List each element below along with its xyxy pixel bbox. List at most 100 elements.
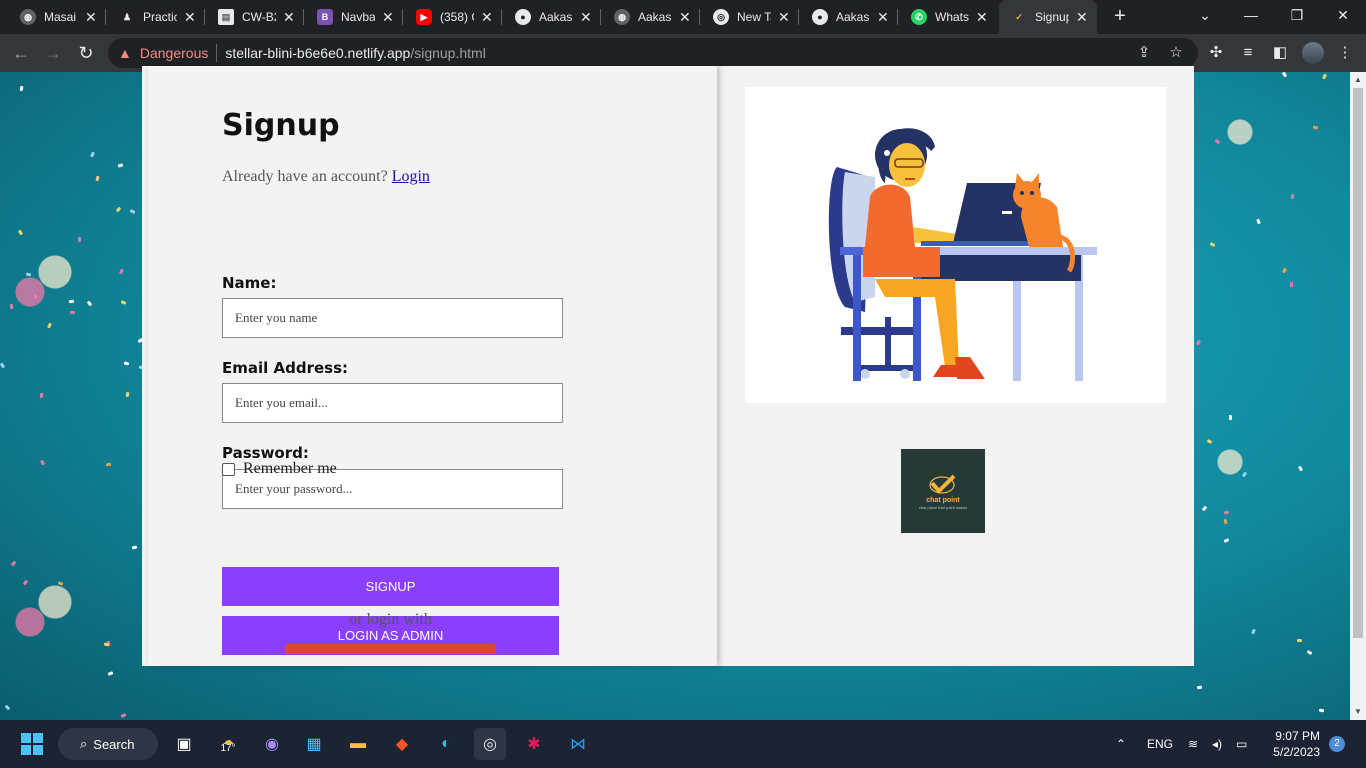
- email-input[interactable]: [222, 383, 563, 423]
- tab-title: Whats: [935, 10, 969, 24]
- close-icon[interactable]: ✕: [84, 9, 98, 26]
- close-icon[interactable]: ✕: [579, 9, 593, 26]
- tab-title: Aakash: [638, 10, 672, 24]
- side-panel-icon[interactable]: ◧: [1269, 42, 1291, 64]
- clock-time: 9:07 PM: [1275, 729, 1320, 743]
- confetti-speck: [123, 361, 129, 366]
- tab-new-tab[interactable]: ◎ New Ta ✕: [701, 0, 799, 34]
- tab-masai[interactable]: ◍ Masai ✕: [8, 0, 106, 34]
- close-icon[interactable]: ✕: [282, 9, 296, 26]
- scroll-down-icon[interactable]: ▼: [1350, 704, 1366, 720]
- tab-title: CW-B2: [242, 10, 276, 24]
- google-login-button[interactable]: [285, 644, 496, 654]
- wifi-icon[interactable]: ≋: [1188, 720, 1198, 768]
- battery-icon[interactable]: ▭: [1236, 720, 1247, 768]
- logo-brand: chat point: [926, 496, 960, 504]
- tab-navbar[interactable]: B Navba ✕: [305, 0, 403, 34]
- confetti-speck: [1298, 465, 1304, 472]
- task-view-icon[interactable]: ▣: [168, 728, 200, 760]
- tab-aakash[interactable]: ◍ Aakash ✕: [602, 0, 700, 34]
- remember-me-row[interactable]: Remember me: [222, 460, 337, 478]
- vscode-icon[interactable]: ⋈: [562, 728, 594, 760]
- tab-title: Aakash: [539, 10, 573, 24]
- close-icon[interactable]: ✕: [678, 9, 692, 26]
- reload-button[interactable]: ↻: [73, 40, 99, 66]
- address-bar[interactable]: ▲ Dangerous stellar-blini-b6e6e0.netlify…: [108, 38, 1198, 68]
- confetti-speck: [18, 229, 24, 236]
- start-button[interactable]: [16, 728, 48, 760]
- login-link[interactable]: Login: [392, 168, 430, 185]
- language-indicator[interactable]: ENG: [1147, 720, 1173, 768]
- close-icon[interactable]: ✕: [1075, 9, 1089, 26]
- warning-icon[interactable]: ▲: [118, 45, 132, 61]
- notification-badge[interactable]: 2: [1329, 736, 1345, 752]
- confetti-speck: [68, 299, 74, 304]
- confetti-speck: [103, 642, 110, 647]
- chrome-taskbar-icon[interactable]: ◎: [474, 728, 506, 760]
- file-explorer-icon[interactable]: ▬: [342, 728, 374, 760]
- tab-whatsapp[interactable]: ✆ Whats ✕: [899, 0, 997, 34]
- extensions-icon[interactable]: ✣: [1205, 42, 1227, 64]
- windows-icon: [21, 733, 43, 755]
- close-icon[interactable]: ✕: [975, 9, 989, 26]
- account-prompt: Already have an account? Login: [222, 168, 430, 186]
- forward-button[interactable]: →: [40, 40, 66, 66]
- volume-icon[interactable]: ◂): [1212, 720, 1222, 768]
- bookmark-star-icon[interactable]: ☆: [1165, 42, 1187, 64]
- weather-widget[interactable]: ☁ 17°: [212, 728, 244, 760]
- security-status[interactable]: Dangerous: [140, 45, 209, 61]
- brave-icon[interactable]: ◆: [386, 728, 418, 760]
- close-icon[interactable]: ✕: [777, 9, 791, 26]
- tab-youtube[interactable]: ▶ (358) C ✕: [404, 0, 502, 34]
- tab-search-button[interactable]: ⌄: [1182, 0, 1228, 34]
- close-icon[interactable]: ✕: [381, 9, 395, 26]
- name-input[interactable]: [222, 298, 563, 338]
- close-icon[interactable]: ✕: [876, 9, 890, 26]
- clock[interactable]: 9:07 PM 5/2/2023: [1268, 728, 1320, 760]
- profile-avatar[interactable]: [1302, 42, 1324, 64]
- confetti-speck: [11, 560, 17, 567]
- confetti-speck: [22, 580, 28, 586]
- tab-practice[interactable]: ♟ Practic ✕: [107, 0, 205, 34]
- tray-overflow-icon[interactable]: ⌃: [1116, 720, 1126, 768]
- minimize-button[interactable]: —: [1228, 0, 1274, 34]
- confetti-speck: [1321, 73, 1327, 80]
- globe-icon: ◍: [20, 9, 36, 25]
- new-tab-button[interactable]: +: [1108, 5, 1132, 29]
- scrollbar-thumb[interactable]: [1353, 88, 1363, 638]
- confetti-speck: [4, 704, 11, 711]
- tab-github-2[interactable]: ● Aakash ✕: [800, 0, 898, 34]
- store-icon[interactable]: ▦: [298, 728, 330, 760]
- confetti-speck: [0, 362, 6, 369]
- confetti-speck: [1209, 242, 1216, 248]
- logo-tagline: chat place that point wakes: [918, 504, 968, 510]
- page-scrollbar[interactable]: ▲ ▼: [1350, 72, 1366, 720]
- taskbar-search[interactable]: ⌕ Search: [58, 728, 158, 760]
- url-host: stellar-blini-b6e6e0.netlify.app: [225, 45, 411, 61]
- scroll-up-icon[interactable]: ▲: [1350, 72, 1366, 88]
- confetti-speck: [69, 311, 75, 315]
- restore-button[interactable]: ❐: [1274, 0, 1320, 34]
- confetti-speck: [1206, 439, 1213, 445]
- tab-cw-b2[interactable]: ▤ CW-B2 ✕: [206, 0, 304, 34]
- media-icon[interactable]: ≡: [1237, 42, 1259, 64]
- close-icon[interactable]: ✕: [480, 9, 494, 26]
- share-icon[interactable]: ⇪: [1133, 42, 1155, 64]
- confetti-speck: [125, 391, 130, 397]
- slack-icon[interactable]: ✱: [518, 728, 550, 760]
- confetti-speck: [132, 545, 138, 550]
- confetti-speck: [77, 237, 81, 243]
- menu-icon[interactable]: ⋮: [1334, 42, 1356, 64]
- chat-icon[interactable]: ◉: [256, 728, 288, 760]
- tab-github-1[interactable]: ● Aakash ✕: [503, 0, 601, 34]
- tab-signup[interactable]: ✓ Signup ✕: [999, 0, 1097, 34]
- confetti-speck: [1229, 415, 1233, 421]
- remember-me-checkbox[interactable]: [222, 462, 235, 476]
- signup-button[interactable]: SIGNUP: [222, 567, 559, 606]
- page-title: Signup: [222, 108, 340, 143]
- back-button[interactable]: ←: [8, 40, 34, 66]
- close-icon[interactable]: ✕: [183, 9, 197, 26]
- window-close-button[interactable]: ✕: [1320, 0, 1366, 34]
- edge-icon[interactable]: ◐: [430, 728, 462, 760]
- confetti-speck: [1290, 281, 1294, 287]
